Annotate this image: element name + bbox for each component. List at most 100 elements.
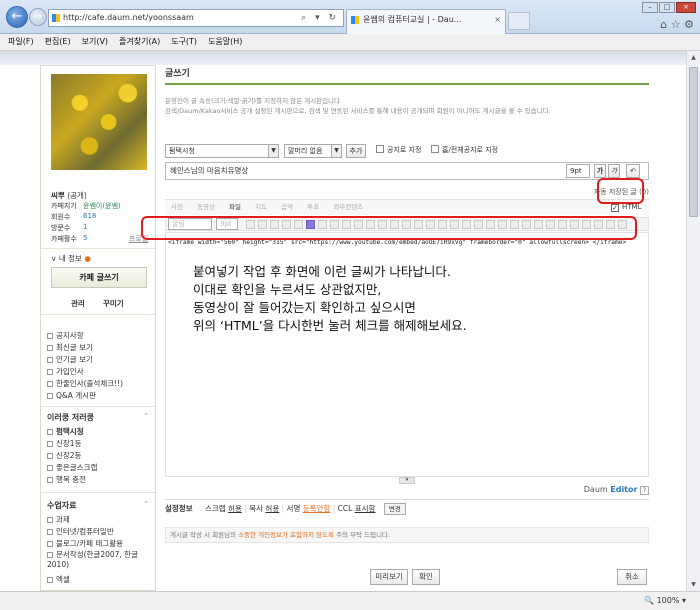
settings-label: 설정정보 xyxy=(165,504,193,513)
address-bar[interactable]: http://cafe.daum.net/yoonssaam ⌕ ▾ ↻ xyxy=(48,9,344,27)
menu-edit[interactable]: 편집(E) xyxy=(45,34,71,50)
attach-map-button[interactable]: 지도 xyxy=(255,203,267,211)
board-select[interactable]: 펌택시청 ▼ xyxy=(165,144,279,158)
manager-value[interactable]: 윤쌤이(윤쌤) xyxy=(83,201,121,211)
maximize-button[interactable]: □ xyxy=(659,2,675,13)
sign-value[interactable]: 등록안함 xyxy=(303,504,331,513)
italic-button[interactable]: 가 xyxy=(608,164,620,178)
board-notice: 운영진이 글 속성(크기·색깔·굵기)를 지정하지 않은 게시판입니다. 검색/… xyxy=(165,96,649,116)
menu-item-internet[interactable]: 인터넷/컴퓨터일반 xyxy=(47,526,114,537)
attach-music-button[interactable]: 음악 xyxy=(281,203,293,211)
divider xyxy=(41,314,155,315)
bold-button[interactable]: 가 xyxy=(594,164,606,178)
scroll-up-icon[interactable]: ▲ xyxy=(687,51,700,64)
new-tab-button[interactable] xyxy=(508,12,530,30)
cafe-profile-image xyxy=(51,74,147,170)
privacy-notice: 게시글 작성 시 회원님의 소중한 개인정보가 포함하지 않도록 주의 부탁 드… xyxy=(165,527,649,543)
cafe-write-button[interactable]: 카페 글쓰기 xyxy=(51,267,147,288)
browser-toolbar: ← → http://cafe.daum.net/yoonssaam ⌕ ▾ ↻… xyxy=(0,0,700,34)
back-button[interactable]: ← xyxy=(6,6,28,28)
ccl-label: CCL xyxy=(337,504,353,513)
menu-view[interactable]: 보기(V) xyxy=(82,34,108,50)
board-icon xyxy=(47,552,53,558)
preview-button[interactable]: 미리보기 xyxy=(370,569,408,585)
help-icon[interactable]: ? xyxy=(640,486,649,495)
tab-active[interactable]: 윤쌤의 컴퓨터교실 | - Dau... × xyxy=(346,9,506,34)
level-label: 씨뿌 (공개) xyxy=(51,191,87,200)
menu-item-sin2[interactable]: 신장2등 xyxy=(47,450,81,461)
status-bar: 🔍 100% ▾ xyxy=(0,591,700,610)
section-header-chat[interactable]: 이러쿵 저러쿵 xyxy=(47,412,94,423)
menu-item-happy[interactable]: 행복 충전 xyxy=(47,474,86,485)
attach-video-button[interactable]: 동영상 xyxy=(197,203,215,211)
menu-file[interactable]: 파일(F) xyxy=(8,34,34,50)
board-icon xyxy=(47,333,53,339)
divider xyxy=(41,492,155,493)
resize-handle-icon[interactable]: ▾ xyxy=(399,477,415,484)
notice-checkbox[interactable]: 공지로 지정 xyxy=(376,144,421,157)
copy-value[interactable]: 허용 xyxy=(265,504,279,513)
font-size-select[interactable]: 9pt xyxy=(566,164,590,178)
menu-item-board-active[interactable]: 펌택시청 xyxy=(47,426,84,437)
tab-favicon-icon xyxy=(351,16,359,24)
scrap-value[interactable]: 허용 xyxy=(228,504,242,513)
menu-item-homework[interactable]: 과제 xyxy=(47,514,70,525)
attach-photo-button[interactable]: 사진 xyxy=(171,203,183,211)
header-select[interactable]: 말머리 없음 ▼ xyxy=(284,144,342,158)
manage-link[interactable]: 관리 xyxy=(71,298,85,309)
zoom-level[interactable]: 🔍 100% ▾ xyxy=(644,592,686,609)
menu-help[interactable]: 도움말(H) xyxy=(208,34,242,50)
menu-favorites[interactable]: 즐겨찾기(A) xyxy=(119,34,160,50)
menu-item-blog-tags[interactable]: 블로그/카페 태그활용 xyxy=(47,538,123,549)
close-window-button[interactable]: × xyxy=(676,2,696,13)
address-bar-icons[interactable]: ⌕ ▾ ↻ xyxy=(301,10,339,26)
menu-item-checkin[interactable]: 한줄인사(출석체크!!) xyxy=(47,378,123,389)
scroll-down-icon[interactable]: ▼ xyxy=(687,578,700,591)
sign-label: 서명 xyxy=(286,504,301,513)
menu-item-recent[interactable]: 최신글 보기 xyxy=(47,342,93,353)
menu-item-hangul[interactable]: 문서작성(한글2007, 한글2010) xyxy=(47,550,151,570)
cancel-button[interactable]: 취소 xyxy=(617,569,647,585)
collapse-caret-icon[interactable]: ⌃ xyxy=(143,500,149,508)
minimize-button[interactable]: – xyxy=(642,2,658,13)
attach-vote-button[interactable]: 투표 xyxy=(307,203,319,211)
scrollbar-thumb[interactable] xyxy=(689,67,698,217)
divider xyxy=(41,406,155,407)
code-highlight-box xyxy=(141,216,637,240)
menu-item-greeting[interactable]: 가입인사 xyxy=(47,366,84,377)
collapse-caret-icon[interactable]: ⌃ xyxy=(143,412,149,420)
daum-favicon-icon xyxy=(52,14,60,22)
menu-item-scrap[interactable]: 좋은글스크랩 xyxy=(47,462,97,473)
all-notice-checkbox[interactable]: 홈/전체공지로 지정 xyxy=(431,144,498,157)
board-icon xyxy=(47,393,53,399)
my-info-toggle[interactable]: ∨ 내 정보 ● xyxy=(51,253,91,264)
annotation-line-2: 이대로 확인을 누르셔도 상관없지만, xyxy=(193,282,382,297)
chevron-down-icon: ▼ xyxy=(331,145,341,157)
board-icon xyxy=(47,477,53,483)
confirm-button[interactable]: 확인 xyxy=(412,569,440,585)
undo-button[interactable]: ↶ xyxy=(626,164,640,178)
members-value[interactable]: 618 xyxy=(83,212,96,220)
copy-label: 복사 xyxy=(249,504,264,513)
scrap-label: 스크랩 xyxy=(205,504,226,513)
html-source-text[interactable]: <iframe width="560" height="315" src="ht… xyxy=(168,239,638,246)
ccl-value[interactable]: 표시함 xyxy=(355,504,376,513)
menu-item-popular[interactable]: 인기글 보기 xyxy=(47,354,93,365)
chevron-down-icon: ▼ xyxy=(268,145,278,157)
decorate-link[interactable]: 꾸미기 xyxy=(103,298,124,309)
section-header-class[interactable]: 수업자료 xyxy=(47,500,76,511)
page-scrollbar[interactable]: ▲ ▼ xyxy=(686,51,700,591)
menu-item-sin1[interactable]: 신장1등 xyxy=(47,438,81,449)
attach-file-button[interactable]: 파일 xyxy=(229,203,241,211)
menu-item-qna[interactable]: Q&A 게시판 xyxy=(47,390,96,401)
forward-button[interactable]: → xyxy=(29,8,47,26)
change-settings-button[interactable]: 변경 xyxy=(383,503,406,515)
browser-right-icons[interactable]: ⌂ ☆ ⚙ xyxy=(660,18,694,31)
add-button[interactable]: 추가 xyxy=(346,144,366,158)
menu-tools[interactable]: 도구(T) xyxy=(171,34,197,50)
tab-close-icon[interactable]: × xyxy=(494,10,501,30)
board-icon xyxy=(47,541,53,547)
menu-item-notice[interactable]: 공지사항 xyxy=(47,330,84,341)
attach-external-button[interactable]: 외부컨텐츠 xyxy=(333,203,363,211)
menu-item-excel[interactable]: 엑셀 xyxy=(47,574,70,585)
